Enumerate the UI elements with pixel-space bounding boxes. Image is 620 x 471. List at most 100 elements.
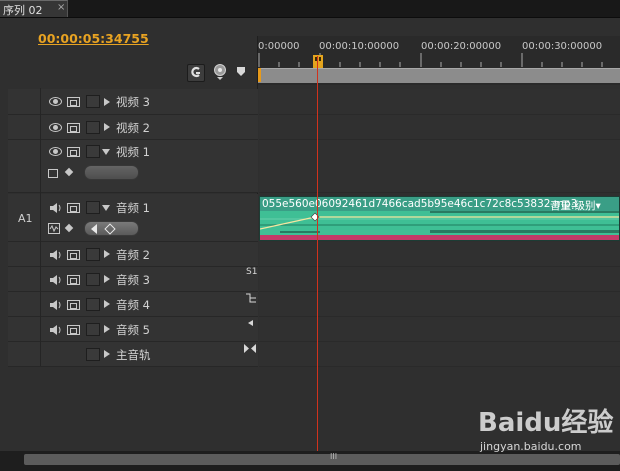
expand-arrow-icon[interactable] — [104, 275, 110, 283]
submix-label: S1 — [246, 267, 258, 277]
track-label: 视频 2 — [116, 121, 150, 135]
track-lock-toggle[interactable] — [86, 348, 100, 361]
sync-lock-icon[interactable] — [67, 300, 80, 310]
audio-clip[interactable]: 055e560e06092461d7466cad5b95e46c1c72c8c5… — [259, 196, 620, 241]
track-label: 音频 1 — [116, 201, 150, 215]
track-audio-5[interactable]: 音频 5 — [8, 317, 258, 342]
expand-arrow-icon[interactable] — [104, 123, 110, 131]
snap-magnet-icon — [191, 66, 200, 78]
track-lock-toggle[interactable] — [86, 298, 100, 311]
track-audio-2[interactable]: 音频 2 — [8, 242, 258, 267]
playhead-line[interactable] — [317, 56, 318, 452]
lane-audio-5[interactable] — [259, 317, 620, 342]
work-area-bar[interactable] — [258, 68, 620, 83]
expand-arrow-icon[interactable] — [104, 350, 110, 358]
display-style-icon[interactable] — [48, 169, 58, 178]
snap-button[interactable] — [187, 64, 205, 82]
track-label: 视频 3 — [116, 95, 150, 109]
lane-video-3[interactable] — [259, 89, 620, 115]
track-video-3[interactable]: 视频 3 — [8, 89, 258, 115]
track-label: 音频 5 — [116, 323, 150, 337]
sync-lock-icon[interactable] — [67, 250, 80, 260]
track-lock-toggle[interactable] — [86, 248, 100, 261]
collapse-arrow-icon[interactable] — [102, 149, 110, 155]
track-video-1[interactable]: 视频 1 — [8, 140, 258, 193]
header-column-divider — [40, 88, 41, 366]
show-keyframes-icon[interactable] — [64, 223, 74, 233]
expand-arrow-icon[interactable] — [104, 325, 110, 333]
waveform-graphic — [260, 211, 619, 236]
speaker-icon[interactable] — [49, 202, 63, 214]
speaker-icon[interactable] — [49, 274, 63, 286]
track-audio-1[interactable]: A1 音频 1 — [8, 194, 258, 242]
sync-lock-icon[interactable] — [67, 97, 80, 107]
keyframe-navigator[interactable] — [84, 165, 139, 180]
sync-lock-icon[interactable] — [67, 325, 80, 335]
marker-button[interactable] — [212, 63, 228, 80]
speaker-icon[interactable] — [49, 249, 63, 261]
sync-lock-icon[interactable] — [67, 123, 80, 133]
horizontal-scrollbar[interactable]: III — [0, 451, 620, 471]
eye-icon[interactable] — [49, 123, 62, 132]
track-audio-3[interactable]: 音频 3 S1 — [8, 267, 258, 292]
close-icon[interactable]: × — [57, 2, 65, 13]
lane-video-1[interactable] — [259, 140, 620, 193]
expand-arrow-icon[interactable] — [104, 98, 110, 106]
eye-icon[interactable] — [49, 147, 62, 156]
playhead-handle[interactable] — [313, 55, 323, 68]
speaker-icon[interactable] — [49, 324, 63, 336]
multichannel-icon — [246, 293, 256, 303]
track-lock-toggle[interactable] — [86, 323, 100, 336]
expand-arrow-icon[interactable] — [104, 300, 110, 308]
tab-bar: 序列 02 × — [0, 0, 620, 18]
in-point-marker[interactable] — [258, 68, 261, 82]
track-label: 视频 1 — [116, 145, 150, 159]
sync-lock-icon[interactable] — [67, 203, 80, 213]
scrollbar-thumb[interactable]: III — [24, 452, 620, 465]
keyframe-button[interactable] — [236, 66, 246, 77]
lane-audio-4[interactable] — [259, 292, 620, 317]
track-master[interactable]: 主音轨 — [8, 342, 258, 367]
track-label: 音频 3 — [116, 273, 150, 287]
prev-keyframe-icon[interactable] — [91, 224, 97, 234]
waveform-display-icon[interactable] — [48, 223, 60, 234]
lane-audio-2[interactable] — [259, 242, 620, 267]
sync-lock-icon[interactable] — [67, 147, 80, 157]
lane-audio-3[interactable] — [259, 267, 620, 292]
keyframe-icon — [237, 67, 245, 76]
tab-label: 序列 02 — [3, 4, 43, 17]
sync-lock-icon[interactable] — [67, 275, 80, 285]
eye-icon[interactable] — [49, 97, 62, 106]
keyframe-navigator[interactable] — [84, 221, 139, 236]
clip-bottom-bar — [260, 235, 619, 240]
track-lock-toggle[interactable] — [86, 121, 100, 134]
scroll-grip: III — [330, 452, 338, 461]
stereo-icon — [244, 344, 256, 353]
track-target-label[interactable]: A1 — [18, 212, 33, 225]
tick-label: 00:00:10:00000 — [319, 41, 400, 52]
tick-label: 00:00:30:00000 — [522, 41, 603, 52]
track-label: 音频 2 — [116, 248, 150, 262]
track-lock-toggle[interactable] — [86, 95, 100, 108]
track-audio-4[interactable]: 音频 4 — [8, 292, 258, 317]
mono-icon — [248, 320, 253, 326]
lane-master[interactable] — [259, 342, 620, 367]
tick-label: 00:00:20:00000 — [421, 41, 502, 52]
add-keyframe-icon[interactable] — [104, 223, 116, 235]
current-timecode[interactable]: 00:00:05:34755 — [38, 31, 149, 46]
time-ruler[interactable]: 0:00000 00:00:10:00000 00:00:20:00000 00… — [258, 36, 620, 85]
track-lock-toggle[interactable] — [86, 145, 100, 158]
track-lock-toggle[interactable] — [86, 201, 100, 214]
watermark-logo: Baidu经验 — [478, 408, 614, 438]
tab-sequence[interactable]: 序列 02 × — [0, 0, 68, 17]
collapse-arrow-icon[interactable] — [102, 205, 110, 211]
speaker-icon[interactable] — [49, 299, 63, 311]
tick-label: 0:00000 — [258, 41, 300, 52]
track-lock-toggle[interactable] — [86, 273, 100, 286]
playhead-icon — [313, 55, 323, 68]
show-keyframes-icon[interactable] — [64, 167, 74, 177]
track-label: 音频 4 — [116, 298, 150, 312]
track-video-2[interactable]: 视频 2 — [8, 115, 258, 140]
lane-video-2[interactable] — [259, 115, 620, 140]
expand-arrow-icon[interactable] — [104, 250, 110, 258]
